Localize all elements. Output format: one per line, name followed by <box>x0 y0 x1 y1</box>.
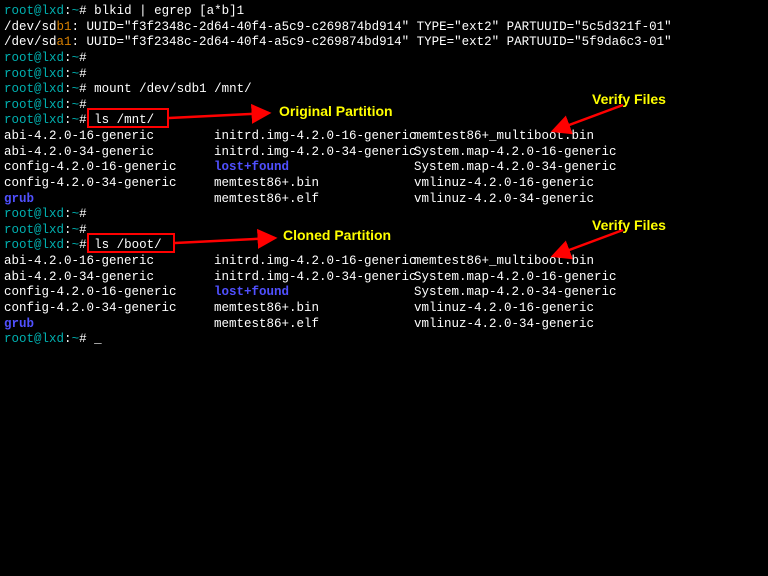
listing-mnt: abi-4.2.0-16-genericinitrd.img-4.2.0-16-… <box>4 129 764 207</box>
listing-row: grubmemtest86+.elfvmlinuz-4.2.0-34-gener… <box>4 317 764 333</box>
listing-row: abi-4.2.0-34-genericinitrd.img-4.2.0-34-… <box>4 145 764 161</box>
listing-row: grubmemtest86+.elfvmlinuz-4.2.0-34-gener… <box>4 192 764 208</box>
blkid-output-2: /dev/sda1: UUID="f3f2348c-2d64-40f4-a5c9… <box>4 35 764 51</box>
cmd-lsboot: ls /boot/ <box>94 238 162 252</box>
listing-row: config-4.2.0-34-genericmemtest86+.binvml… <box>4 176 764 192</box>
label-cloned-partition: Cloned Partition <box>283 227 391 245</box>
prompt-path: ~ <box>72 4 80 18</box>
blkid-output-1: /dev/sdb1: UUID="f3f2348c-2d64-40f4-a5c9… <box>4 20 764 36</box>
arrow-verify-1 <box>548 105 628 141</box>
arrow-verify-2 <box>548 230 628 266</box>
empty-prompt: root@lxd:~# <box>4 67 764 83</box>
cmd-lsmnt: ls /mnt/ <box>94 113 154 127</box>
listing-row: abi-4.2.0-16-genericinitrd.img-4.2.0-16-… <box>4 129 764 145</box>
cmd-blkid-line: root@lxd:~# blkid | egrep [a*b]1 <box>4 4 764 20</box>
cursor: _ <box>94 332 102 348</box>
cmd-blkid: blkid | egrep [a*b]1 <box>94 4 244 18</box>
arrow-original <box>169 110 289 132</box>
listing-row: config-4.2.0-16-genericlost+foundSystem.… <box>4 160 764 176</box>
terminal-output: root@lxd:~# blkid | egrep [a*b]1 /dev/sd… <box>0 0 768 352</box>
label-original-partition: Original Partition <box>279 103 393 121</box>
cmd-mount: mount /dev/sdb1 /mnt/ <box>94 82 252 96</box>
prompt-suffix: # <box>79 4 94 18</box>
prompt-user: root <box>4 4 34 18</box>
label-verify-files-2: Verify Files <box>592 217 666 235</box>
listing-boot: abi-4.2.0-16-genericinitrd.img-4.2.0-16-… <box>4 254 764 332</box>
empty-prompt-cursor[interactable]: root@lxd:~# _ <box>4 332 764 348</box>
prompt-sep: @ <box>34 4 42 18</box>
listing-row: config-4.2.0-16-genericlost+foundSystem.… <box>4 285 764 301</box>
label-verify-files-1: Verify Files <box>592 91 666 109</box>
listing-row: abi-4.2.0-16-genericinitrd.img-4.2.0-16-… <box>4 254 764 270</box>
prompt-host: lxd <box>42 4 65 18</box>
listing-row: config-4.2.0-34-genericmemtest86+.binvml… <box>4 301 764 317</box>
arrow-cloned <box>175 235 295 257</box>
empty-prompt: root@lxd:~# <box>4 51 764 67</box>
listing-row: abi-4.2.0-34-genericinitrd.img-4.2.0-34-… <box>4 270 764 286</box>
